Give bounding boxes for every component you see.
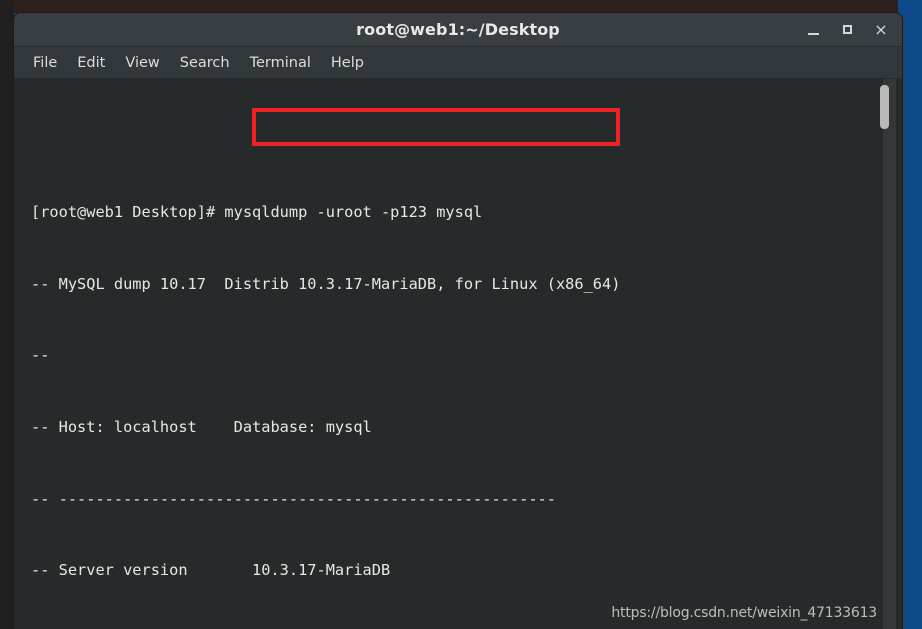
- window-controls: ×: [796, 13, 898, 46]
- desktop-left-strip: [0, 0, 14, 629]
- terminal-line: --: [31, 346, 50, 365]
- window-title: root@web1:~/Desktop: [356, 20, 560, 39]
- menubar: File Edit View Search Terminal Help: [14, 47, 902, 79]
- minimize-button[interactable]: [796, 13, 830, 46]
- menu-item-edit[interactable]: Edit: [67, 52, 115, 74]
- terminal-line: [root@web1 Desktop]# mysqldump -uroot -p…: [31, 203, 483, 222]
- terminal-line: -- MySQL dump 10.17 Distrib 10.3.17-Mari…: [31, 274, 621, 293]
- terminal-line: -- Server version 10.3.17-MariaDB: [31, 561, 391, 580]
- minimize-icon: [807, 32, 819, 35]
- maximize-button[interactable]: [830, 13, 864, 46]
- terminal-line: -- Host: localhost Database: mysql: [31, 417, 372, 436]
- terminal-scrollbar[interactable]: [880, 79, 896, 629]
- scrollbar-thumb[interactable]: [880, 85, 889, 129]
- terminal-output-area[interactable]: [root@web1 Desktop]# mysqldump -uroot -p…: [14, 79, 902, 629]
- menu-item-view[interactable]: View: [115, 52, 169, 74]
- menu-item-terminal[interactable]: Terminal: [240, 52, 321, 74]
- close-icon: ×: [874, 19, 888, 39]
- terminal-line: -- -------------------------------------…: [31, 489, 556, 508]
- terminal-text: [root@web1 Desktop]# mysqldump -uroot -p…: [31, 79, 880, 629]
- window-titlebar[interactable]: root@web1:~/Desktop ×: [14, 13, 902, 47]
- maximize-icon: [842, 25, 852, 34]
- menu-item-search[interactable]: Search: [170, 52, 240, 74]
- terminal-top-spacer: [31, 127, 880, 154]
- watermark-text: https://blog.csdn.net/weixin_47133613: [611, 605, 877, 621]
- menu-item-help[interactable]: Help: [321, 52, 374, 74]
- menu-item-file[interactable]: File: [23, 52, 67, 74]
- desktop-top-strip: [0, 0, 898, 13]
- close-button[interactable]: ×: [864, 13, 898, 46]
- terminal-window: root@web1:~/Desktop × File Edit View Sea…: [14, 13, 902, 629]
